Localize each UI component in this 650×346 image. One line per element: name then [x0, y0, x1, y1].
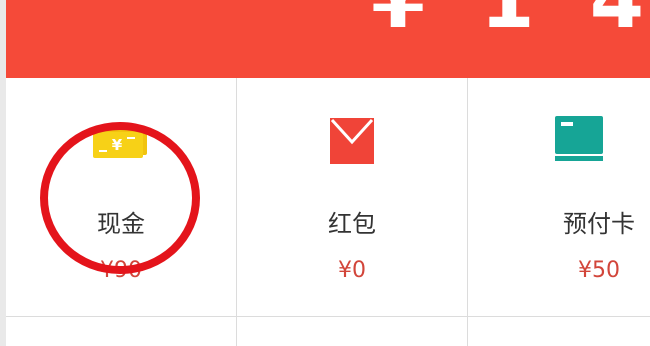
- payment-method-cash[interactable]: ¥ 现金 ¥90: [6, 78, 236, 316]
- prepaid-card-label: 预付卡: [563, 210, 635, 238]
- red-envelope-icon: [330, 118, 374, 168]
- wallet-screen: ¥ 1 4 ¥ 现金 ¥90 红包 ¥0 预付卡 ¥50: [0, 0, 650, 346]
- grid-divider: [236, 316, 237, 346]
- payment-method-red-envelope[interactable]: 红包 ¥0: [237, 78, 467, 316]
- grid-row-divider: [6, 316, 650, 317]
- balance-amount-partial: ¥ 1 4: [370, 0, 650, 46]
- red-envelope-label: 红包: [328, 210, 376, 238]
- red-envelope-value: ¥0: [338, 258, 366, 283]
- cash-label: 现金: [97, 210, 145, 238]
- cash-icon: ¥: [91, 126, 151, 164]
- cash-value: ¥90: [100, 258, 142, 283]
- prepaid-card-value: ¥50: [578, 258, 620, 283]
- balance-header: ¥ 1 4: [6, 0, 650, 78]
- payment-method-grid: ¥ 现金 ¥90 红包 ¥0 预付卡 ¥50: [6, 78, 650, 346]
- prepaid-card-icon: [555, 116, 603, 166]
- svg-text:¥: ¥: [112, 136, 123, 154]
- grid-divider: [467, 316, 468, 346]
- payment-method-prepaid-card[interactable]: 预付卡 ¥50: [468, 78, 650, 316]
